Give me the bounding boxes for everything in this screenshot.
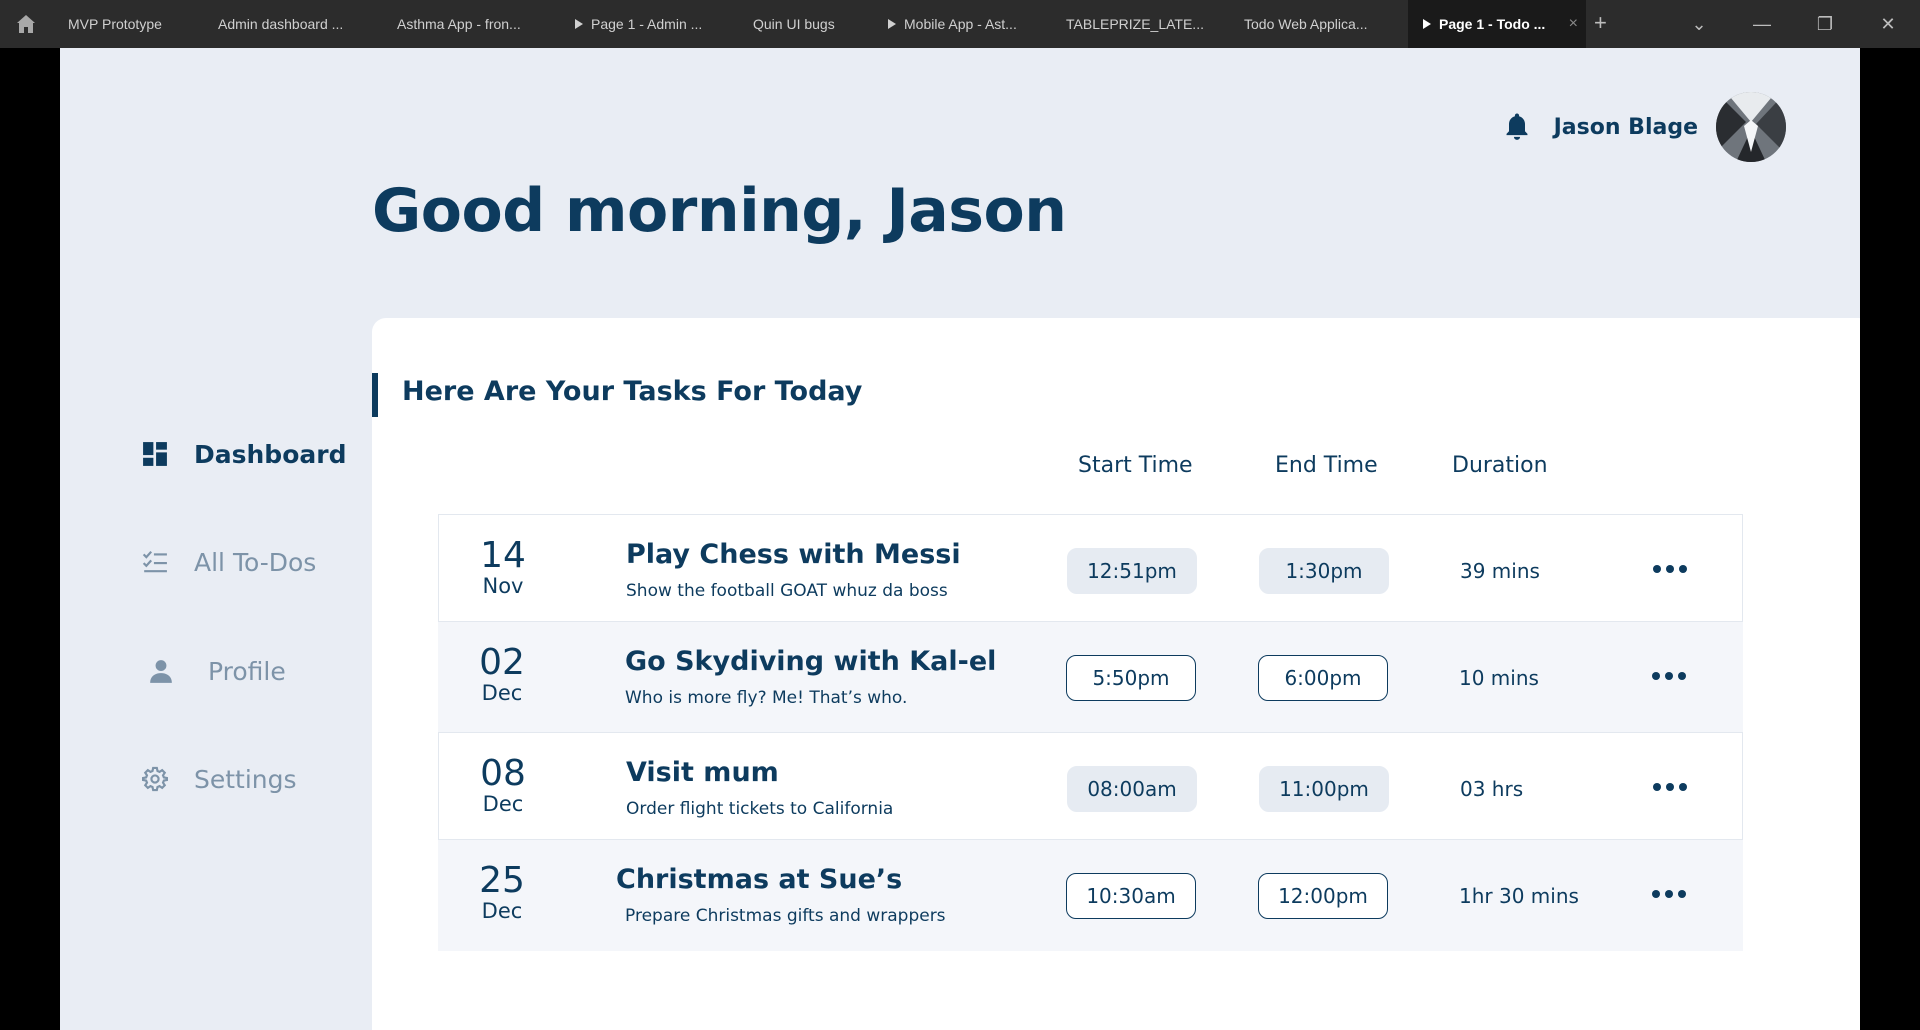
column-header-start-time: Start Time [1078,453,1193,478]
tab-quin-ui-bugs[interactable]: Quin UI bugs [753,0,863,48]
task-row[interactable]: 25 Dec Christmas at Sue’s Prepare Christ… [438,840,1743,951]
task-subtitle: Who is more fly? Me! That’s who. [625,688,908,708]
tab-list-dropdown-icon[interactable]: ⌄ [1679,0,1719,48]
play-icon [888,19,896,29]
sidebar-item-label: Settings [194,764,297,794]
browser-tab-bar: MVP Prototype Admin dashboard ... Asthma… [0,0,1920,48]
user-area: Jason Blage [1502,92,1786,162]
task-day: 14 [480,535,526,576]
task-day: 02 [479,642,525,683]
start-time-pill[interactable]: 12:51pm [1067,548,1197,594]
tasks-heading: Here Are Your Tasks For Today [402,376,863,407]
tab-mvp-prototype[interactable]: MVP Prototype [68,0,198,48]
task-date: 08 Dec [473,753,533,816]
task-subtitle: Order flight tickets to California [626,799,894,819]
title-accent-bar [372,373,378,417]
sidebar-item-all-todos[interactable]: All To-Dos [142,542,316,582]
sidebar-item-label: Dashboard [194,439,347,469]
task-date: 02 Dec [472,642,532,705]
task-title: Play Chess with Messi [626,539,961,570]
task-month: Nov [482,574,524,598]
tab-page1-todo[interactable]: Page 1 - Todo ... × [1408,0,1586,48]
task-month: Dec [481,681,523,705]
minimize-window-icon[interactable]: — [1742,0,1782,48]
todo-app: Jason Blage Good morning, Jason Dashboar… [60,48,1860,1030]
avatar-photo [1716,92,1786,162]
task-day: 08 [480,753,526,794]
start-time-pill[interactable]: 08:00am [1067,766,1197,812]
task-day: 25 [479,860,525,901]
restore-window-icon[interactable]: ❐ [1805,0,1845,48]
new-tab-button[interactable]: + [1594,0,1607,48]
end-time-pill[interactable]: 1:30pm [1259,548,1389,594]
end-time-pill[interactable]: 12:00pm [1258,873,1388,919]
home-icon[interactable] [14,12,38,36]
tasks-card: Here Are Your Tasks For Today Start Time… [372,318,1860,1030]
task-row[interactable]: 08 Dec Visit mum Order flight tickets to… [438,732,1743,840]
task-row[interactable]: 14 Nov Play Chess with Messi Show the fo… [438,514,1743,622]
sidebar-item-settings[interactable]: Settings [142,759,297,799]
bell-icon[interactable] [1502,111,1532,143]
task-title: Visit mum [626,757,779,788]
tab-page1-admin[interactable]: Page 1 - Admin ... [575,0,725,48]
task-duration: 1hr 30 mins [1459,884,1579,908]
tab-todo-web-app[interactable]: Todo Web Applica... [1244,0,1394,48]
task-month: Dec [481,899,523,923]
task-title: Go Skydiving with Kal-el [625,646,997,677]
user-name[interactable]: Jason Blage [1554,115,1698,140]
task-subtitle: Prepare Christmas gifts and wrappers [625,906,946,926]
more-options-icon[interactable] [1650,777,1690,797]
gear-icon [142,766,168,792]
end-time-pill[interactable]: 6:00pm [1258,655,1388,701]
task-subtitle: Show the football GOAT whuz da boss [626,581,948,601]
start-time-pill[interactable]: 10:30am [1066,873,1196,919]
tab-mobile-app[interactable]: Mobile App - Ast... [888,0,1038,48]
sidebar-item-dashboard[interactable]: Dashboard [142,434,346,474]
avatar[interactable] [1716,92,1786,162]
column-header-end-time: End Time [1275,453,1378,478]
more-options-icon[interactable] [1649,884,1689,904]
sidebar-item-label: Profile [208,656,286,686]
more-options-icon[interactable] [1649,666,1689,686]
checklist-icon [142,550,167,573]
person-icon [150,660,172,683]
task-duration: 03 hrs [1460,777,1524,801]
task-duration: 10 mins [1459,666,1539,690]
tab-asthma-app[interactable]: Asthma App - fron... [397,0,542,48]
more-options-icon[interactable] [1650,559,1690,579]
sidebar-item-profile[interactable]: Profile [148,651,286,691]
end-time-pill[interactable]: 11:00pm [1259,766,1389,812]
column-header-duration: Duration [1452,453,1548,478]
task-duration: 39 mins [1460,559,1540,583]
close-window-icon[interactable]: ✕ [1868,0,1908,48]
task-month: Dec [482,792,524,816]
play-icon [575,19,583,29]
task-title: Christmas at Sue’s [616,864,903,895]
task-date: 14 Nov [473,535,533,598]
start-time-pill[interactable]: 5:50pm [1066,655,1196,701]
tab-tableprize[interactable]: TABLEPRIZE_LATE... [1066,0,1211,48]
play-icon [1423,19,1431,29]
tab-close-icon[interactable]: × [1569,0,1578,48]
task-date: 25 Dec [472,860,532,923]
tab-admin-dashboard[interactable]: Admin dashboard ... [218,0,358,48]
task-row[interactable]: 02 Dec Go Skydiving with Kal-el Who is m… [438,622,1743,732]
dashboard-icon [143,442,167,466]
sidebar-item-label: All To-Dos [194,547,317,577]
page-title: Good morning, Jason [372,176,1067,246]
